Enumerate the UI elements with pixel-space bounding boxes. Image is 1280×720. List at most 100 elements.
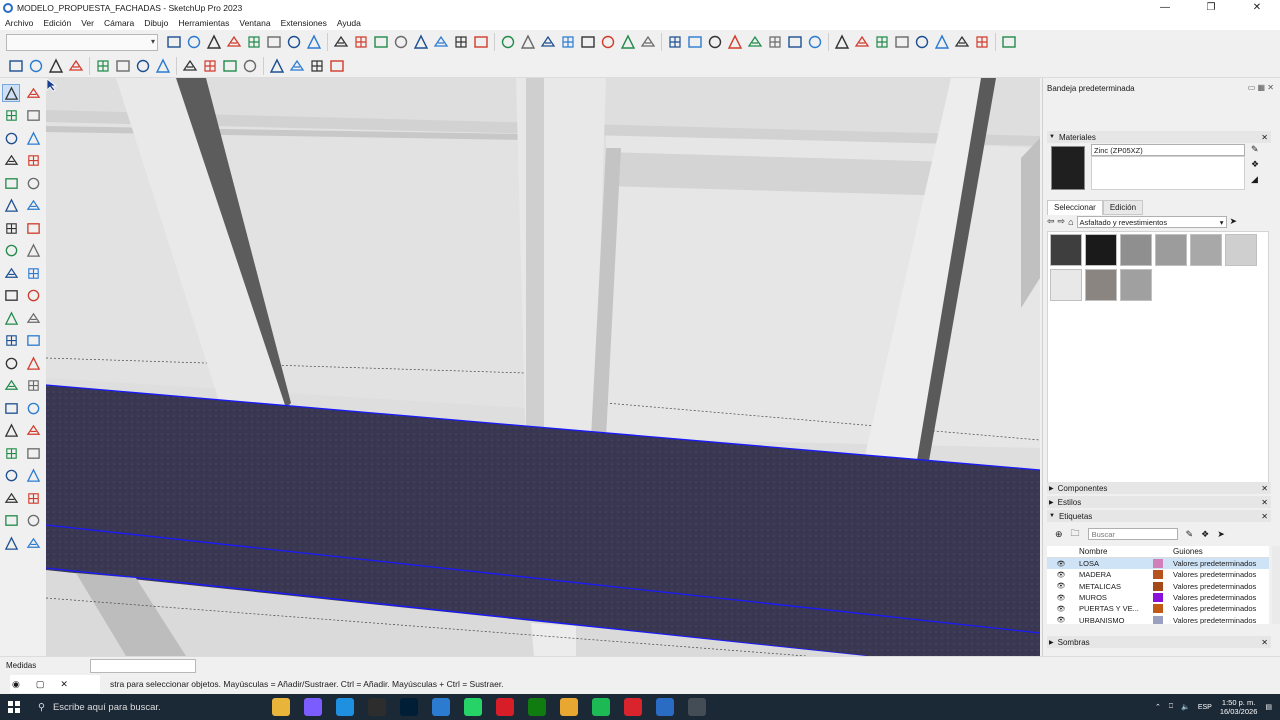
axes-icon[interactable]: [1001, 34, 1017, 50]
tag-dashes[interactable]: Valores predeterminados: [1171, 593, 1267, 602]
tag-row[interactable]: 👁 MADERA Valores predeterminados: [1047, 569, 1269, 580]
circle-icon[interactable]: [2, 197, 20, 215]
sketchup-icon[interactable]: [656, 698, 674, 716]
checkmark-icon[interactable]: [329, 58, 345, 74]
box-icon[interactable]: [306, 34, 322, 50]
material-swatch[interactable]: [1155, 234, 1187, 266]
visibility-eye-icon[interactable]: 👁: [1047, 571, 1075, 579]
look-around-tool-icon[interactable]: [2, 489, 20, 507]
material-swatch[interactable]: [1050, 234, 1082, 266]
settings-gear-icon[interactable]: [286, 34, 302, 50]
shaded-textures-icon[interactable]: [289, 58, 305, 74]
menu-ventana[interactable]: Ventana: [239, 18, 270, 28]
clock[interactable]: 1:50 p. m. 16/03/2026: [1220, 698, 1258, 716]
intersect-icon[interactable]: [560, 34, 576, 50]
two-point-arc-icon[interactable]: [24, 242, 42, 260]
notifications-icon[interactable]: ▤: [1265, 703, 1272, 711]
paint-icon[interactable]: [2, 107, 20, 125]
section-display-icon[interactable]: [707, 34, 723, 50]
model-viewport[interactable]: [46, 78, 1040, 656]
add-folder-icon[interactable]: 🗀: [1071, 526, 1080, 542]
back-arrow-icon[interactable]: ⇦: [1047, 216, 1055, 227]
material-swatch[interactable]: [1225, 234, 1257, 266]
offset-icon[interactable]: [24, 309, 42, 327]
text-icon[interactable]: [807, 34, 823, 50]
material-swatch[interactable]: [1120, 269, 1152, 301]
forward-arrow-icon[interactable]: ⇨: [1058, 216, 1066, 227]
style-builder-icon[interactable]: [155, 57, 171, 74]
tag-color[interactable]: [1145, 615, 1171, 624]
create-material-icon[interactable]: ❖: [1251, 159, 1259, 170]
material-swatch[interactable]: [1190, 234, 1222, 266]
tab-edit[interactable]: Edición: [1102, 200, 1144, 215]
start-button[interactable]: [0, 694, 28, 720]
tag-row[interactable]: 👁 METALICAS Valores predeterminados: [1047, 581, 1269, 592]
wireframe-icon[interactable]: [222, 58, 238, 74]
photoshop-icon[interactable]: [400, 698, 418, 716]
left-view-icon[interactable]: [433, 34, 449, 50]
visibility-eye-icon[interactable]: 👁: [1047, 605, 1075, 613]
sandbox-tool-icon[interactable]: [24, 534, 42, 552]
language-indicator[interactable]: ESP: [1198, 704, 1212, 711]
back-view-icon[interactable]: [413, 34, 429, 50]
materials-panel-header[interactable]: ▼ Materiales ✕: [1047, 131, 1271, 143]
components-panel-header[interactable]: ▶ Componentes ✕: [1047, 482, 1271, 494]
extension-tool-icon[interactable]: [24, 512, 42, 530]
menu-camara[interactable]: Cámara: [104, 18, 134, 28]
material-swatch[interactable]: [1085, 269, 1117, 301]
scale-icon[interactable]: [2, 309, 20, 327]
shaded-icon[interactable]: [269, 57, 285, 74]
details-arrow-icon[interactable]: ➤: [1230, 216, 1238, 227]
pie-icon[interactable]: [2, 242, 20, 260]
taskbar-search[interactable]: ⚲ Escribe aquí para buscar.: [28, 694, 260, 720]
copilot-icon[interactable]: [304, 698, 322, 716]
add-detail-icon[interactable]: [934, 34, 950, 50]
orbit-icon[interactable]: [8, 58, 24, 74]
record-icon[interactable]: [206, 34, 222, 50]
scene-settings-icon[interactable]: [166, 34, 182, 50]
zoom-icon[interactable]: [48, 57, 64, 74]
scene-select[interactable]: ▾: [6, 33, 158, 51]
warehouse-tool-icon[interactable]: [2, 512, 20, 530]
visibility-eye-icon[interactable]: 👁: [1047, 560, 1075, 568]
current-material-swatch[interactable]: [1051, 146, 1085, 190]
menu-archivo[interactable]: Archivo: [5, 18, 33, 28]
section-plane-tool-icon[interactable]: [24, 489, 42, 507]
material-swatch[interactable]: [1120, 234, 1152, 266]
tag-tool-icon[interactable]: ✎: [1186, 529, 1194, 540]
tags-search-input[interactable]: Buscar: [1087, 528, 1178, 540]
menu-ayuda[interactable]: Ayuda: [337, 18, 361, 28]
add-tag-icon[interactable]: ⊕: [1055, 529, 1063, 540]
rectangle-icon[interactable]: [2, 174, 20, 192]
visibility-eye-icon[interactable]: 👁: [1047, 616, 1075, 624]
tag-color[interactable]: [1145, 581, 1171, 591]
pencil-icon[interactable]: [2, 152, 20, 170]
arc-icon[interactable]: [24, 152, 42, 170]
visibility-eye-icon[interactable]: 👁: [1047, 582, 1075, 590]
dimension-icon[interactable]: [2, 354, 20, 372]
xbox-icon[interactable]: [528, 698, 546, 716]
epic-icon[interactable]: [368, 698, 386, 716]
library-select[interactable]: Asfaltado y revestimientos ▾: [1076, 215, 1227, 228]
front-view-icon[interactable]: [373, 34, 389, 50]
tab-select[interactable]: Seleccionar: [1047, 200, 1103, 215]
split-icon[interactable]: [640, 34, 656, 50]
flip-edge-icon[interactable]: [954, 34, 970, 50]
zoom-extents-icon[interactable]: [68, 58, 84, 74]
right-view-icon[interactable]: [393, 34, 409, 50]
layout-icon[interactable]: [135, 58, 151, 74]
shadows-panel-header[interactable]: ▶ Sombras ✕: [1047, 636, 1271, 648]
section-cut-icon[interactable]: [727, 34, 743, 50]
menu-herramientas[interactable]: Herramientas: [178, 18, 229, 28]
tag-row[interactable]: 👁 URBANISMO Valores predeterminados: [1047, 614, 1269, 624]
tag-row[interactable]: 👁 MUROS Valores predeterminados: [1047, 592, 1269, 603]
sandbox-icon[interactable]: [854, 34, 870, 50]
minimize-button[interactable]: —: [1142, 0, 1188, 15]
styles-panel-header[interactable]: ▶ Estilos ✕: [1047, 496, 1271, 508]
home-icon[interactable]: ⌂: [1068, 217, 1073, 227]
iso-view-icon[interactable]: [333, 34, 349, 50]
eyedropper-icon[interactable]: ✎: [1251, 144, 1259, 155]
protractor-icon[interactable]: [24, 332, 42, 350]
warehouse-icon[interactable]: [95, 58, 111, 74]
look-around-icon[interactable]: [266, 34, 282, 50]
